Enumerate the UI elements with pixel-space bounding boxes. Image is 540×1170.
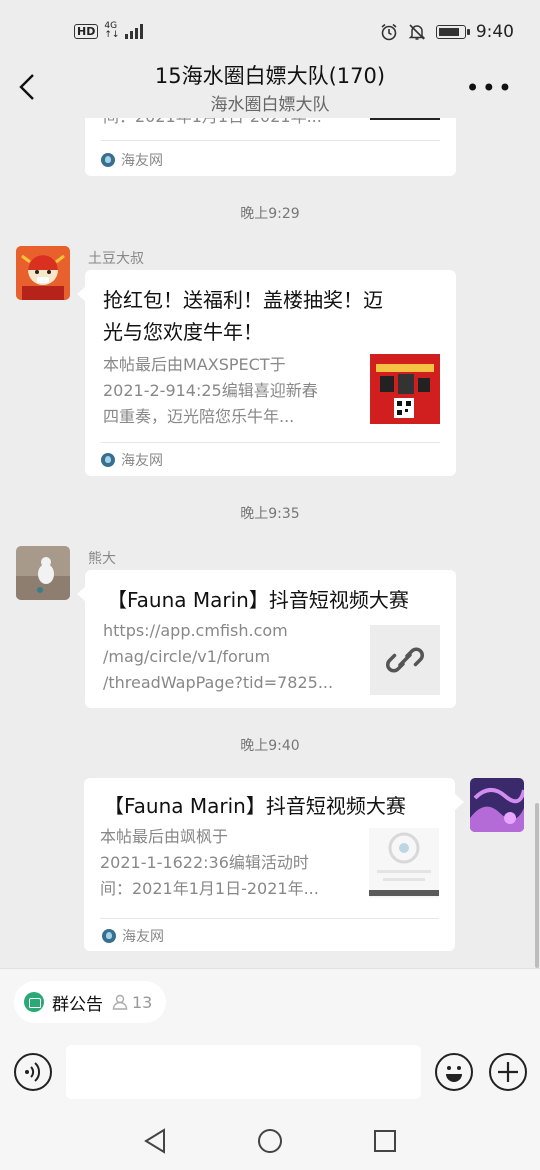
card-description-line: 本帖最后由MAXSPECT于 xyxy=(103,355,286,374)
card-source: 海友网 xyxy=(101,150,163,170)
chat-messages: 间：2021年1月1日-2021年... 海友网 晚上9:29 土豆大叔 抢红包… xyxy=(0,118,540,968)
alarm-icon xyxy=(381,23,397,41)
message-timestamp: 晚上9:29 xyxy=(240,206,300,222)
group-notice-button[interactable]: 群公告 13 xyxy=(14,981,167,1023)
chat-title: 15海水圈白嫖大队(170) xyxy=(154,64,386,88)
signal-icon xyxy=(125,23,144,39)
avatar[interactable] xyxy=(16,246,70,300)
source-name: 海友网 xyxy=(121,453,163,469)
nav-recents-icon[interactable] xyxy=(373,1129,397,1153)
hd-badge: HD xyxy=(74,23,99,39)
message-timestamp: 晚上9:40 xyxy=(240,738,300,754)
link-thumbnail xyxy=(370,625,440,695)
shared-link-card[interactable]: 间：2021年1月1日-2021年... 海友网 xyxy=(85,118,456,176)
card-description: https://app.cmfish.com /mag/circle/v1/fo… xyxy=(103,618,351,696)
card-title: 【Fauna Marin】抖音短视频大赛 xyxy=(104,794,406,818)
card-description-line: /mag/circle/v1/forum xyxy=(103,647,271,666)
add-button[interactable] xyxy=(489,1053,527,1091)
mute-bell-icon xyxy=(408,24,426,40)
card-thumbnail xyxy=(370,118,440,120)
clock: 9:40 xyxy=(475,22,514,42)
status-bar: HD 4G ↑↓ 9:40 xyxy=(0,0,540,64)
source-logo-icon xyxy=(101,453,115,467)
plus-icon xyxy=(498,1062,518,1082)
person-icon xyxy=(112,994,128,1010)
nav-back-icon[interactable] xyxy=(142,1127,168,1155)
card-description-line: 2021-1-1622:36编辑活动时 xyxy=(100,853,309,872)
card-source: 海友网 xyxy=(102,926,164,946)
chat-subtitle: 海水圈白嫖大队 xyxy=(210,95,330,115)
input-bar xyxy=(0,1039,540,1101)
message-input[interactable] xyxy=(66,1045,421,1099)
system-nav-bar xyxy=(0,1111,540,1170)
network-indicator: 4G ↑↓ xyxy=(104,22,119,40)
card-description: 本帖最后由飒枫于 2021-1-1622:36编辑活动时 间：2021年1月1日… xyxy=(100,824,348,902)
member-count-value: 13 xyxy=(132,992,153,1012)
card-description-line: 2021-2-914:25编辑喜迎新春 xyxy=(103,381,318,400)
shared-link-card[interactable]: 【Fauna Marin】抖音短视频大赛 https://app.cmfish.… xyxy=(85,570,456,708)
card-title: 【Fauna Marin】抖音短视频大赛 xyxy=(107,588,409,612)
member-count: 13 xyxy=(111,993,152,1012)
group-notice-label: 群公告 xyxy=(52,994,103,1015)
card-source: 海友网 xyxy=(101,450,163,470)
battery-icon xyxy=(435,25,470,39)
message-timestamp: 晚上9:35 xyxy=(240,506,300,522)
card-description-line: 四重奏，迈光陪您乐牛年... xyxy=(103,407,295,426)
source-name: 海友网 xyxy=(121,153,163,169)
source-logo-icon xyxy=(101,153,115,167)
bottom-panel: 群公告 13 xyxy=(0,968,540,1170)
bubble-tail xyxy=(455,794,464,810)
status-right: 9:40 xyxy=(380,22,514,42)
link-icon xyxy=(386,647,424,673)
shared-link-card[interactable]: 【Fauna Marin】抖音短视频大赛 本帖最后由飒枫于 2021-1-162… xyxy=(84,778,455,951)
card-description-line: 间：2021年1月1日-2021年... xyxy=(100,879,319,898)
card-description-line: https://app.cmfish.com xyxy=(103,621,288,640)
card-description-line: 本帖最后由飒枫于 xyxy=(100,827,229,846)
source-name: 海友网 xyxy=(122,929,164,945)
poster-thumbnail-image xyxy=(369,828,439,898)
sender-name: 土豆大叔 xyxy=(88,251,144,267)
status-left: HD 4G ↑↓ xyxy=(74,22,144,40)
voice-button[interactable] xyxy=(14,1053,52,1091)
card-divider xyxy=(100,918,439,919)
card-divider xyxy=(101,442,440,443)
voice-icon xyxy=(25,1062,41,1082)
shared-link-card[interactable]: 抢红包！送福利！盖楼抽奖！迈 光与您欢度牛年！ 本帖最后由MAXSPECT于 2… xyxy=(85,270,456,476)
card-description: 间：2021年1月1日-2021年... xyxy=(103,118,351,130)
sender-name: 熊大 xyxy=(88,551,116,567)
card-title-line: 光与您欢度牛年！ xyxy=(103,320,263,344)
promo-poster-image xyxy=(370,354,440,424)
emoji-icon xyxy=(446,1066,462,1082)
card-title: 抢红包！送福利！盖楼抽奖！迈 光与您欢度牛年！ xyxy=(103,284,440,348)
source-logo-icon xyxy=(102,929,116,943)
nav-home-icon[interactable] xyxy=(257,1128,283,1154)
card-title-line: 抢红包！送福利！盖楼抽奖！迈 xyxy=(103,288,383,312)
notice-icon xyxy=(24,992,44,1012)
avatar[interactable] xyxy=(470,778,524,832)
card-description: 本帖最后由MAXSPECT于 2021-2-914:25编辑喜迎新春 四重奏，迈… xyxy=(103,352,351,430)
chat-header: 15海水圈白嫖大队(170) 海水圈白嫖大队 ••• xyxy=(0,58,540,118)
more-options-button[interactable]: ••• xyxy=(466,74,514,102)
card-description-line: /threadWapPage?tid=7825... xyxy=(103,673,334,692)
network-arrows: ↑↓ xyxy=(104,30,120,40)
card-divider xyxy=(101,140,440,141)
emoji-button[interactable] xyxy=(435,1053,473,1091)
avatar[interactable] xyxy=(16,546,70,600)
scrollbar[interactable] xyxy=(535,803,539,968)
